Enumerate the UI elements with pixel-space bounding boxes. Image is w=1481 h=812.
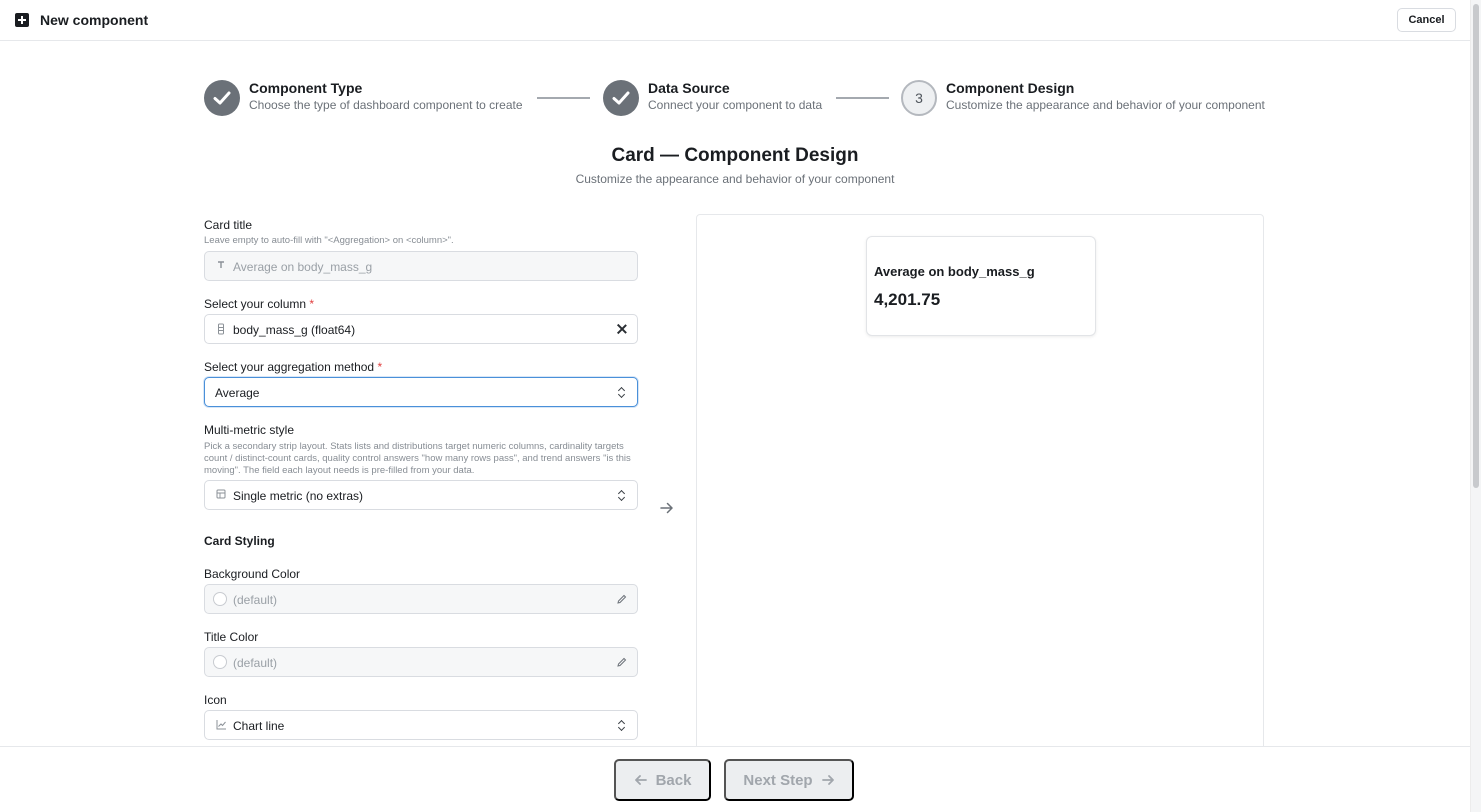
arrow-right-icon xyxy=(821,775,834,785)
top-bar: New component Cancel xyxy=(0,0,1470,41)
clear-icon[interactable] xyxy=(617,324,627,334)
title-color-label: Title Color xyxy=(204,630,259,644)
back-button[interactable]: Back xyxy=(614,759,711,801)
step-number: 3 xyxy=(901,80,937,116)
title-color-input[interactable]: (default) xyxy=(204,647,638,677)
multi-metric-value: Single metric (no extras) xyxy=(233,489,364,503)
preview-panel: Average on body_mass_g 4,201.75 xyxy=(696,214,1264,774)
title-color-placeholder: (default) xyxy=(233,656,278,670)
aggregation-value: Average xyxy=(215,386,260,400)
color-swatch[interactable] xyxy=(213,592,227,606)
back-label: Back xyxy=(655,771,692,789)
card-title-label: Card title xyxy=(204,218,253,232)
check-icon xyxy=(213,91,231,105)
card-title-help: Leave empty to auto-fill with "<Aggregat… xyxy=(204,235,454,246)
step-component-type: Component Type Choose the type of dashbo… xyxy=(204,80,534,116)
step-title: Data Source xyxy=(648,80,730,96)
step-title: Component Design xyxy=(946,80,1075,96)
required-mark: * xyxy=(309,297,315,311)
icon-select[interactable]: Chart line xyxy=(204,710,638,740)
background-color-input[interactable]: (default) xyxy=(204,584,638,614)
footer-bar: Back Next Step xyxy=(0,746,1470,812)
multi-metric-label: Multi-metric style xyxy=(204,423,295,437)
background-color-placeholder: (default) xyxy=(233,593,278,607)
arrow-left-icon xyxy=(634,775,647,785)
scrollbar-thumb[interactable] xyxy=(1473,4,1479,488)
arrow-right-icon xyxy=(660,502,673,514)
text-type-icon xyxy=(215,260,227,272)
step-description: Choose the type of dashboard component t… xyxy=(249,98,523,112)
color-swatch[interactable] xyxy=(213,655,227,669)
layout-icon xyxy=(215,489,227,501)
card-styling-title: Card Styling xyxy=(204,534,275,548)
step-done-check xyxy=(204,80,240,116)
column-label: Select your column * xyxy=(204,297,314,311)
eyedropper-icon[interactable] xyxy=(616,656,628,668)
section-subheading: Customize the appearance and behavior of… xyxy=(575,172,895,186)
card-title-placeholder: Average on body_mass_g xyxy=(233,260,373,274)
required-mark: * xyxy=(377,360,383,374)
aggregation-label: Select your aggregation method * xyxy=(204,360,382,374)
next-step-label: Next Step xyxy=(743,771,813,789)
aggregation-select[interactable]: Average xyxy=(204,377,638,407)
multi-metric-select[interactable]: Single metric (no extras) xyxy=(204,480,638,510)
eyedropper-icon[interactable] xyxy=(616,593,628,605)
step-component-design: 3 Component Design Customize the appeara… xyxy=(901,80,1269,116)
step-description: Connect your component to data xyxy=(648,98,823,112)
chevron-up-down-icon xyxy=(616,719,628,733)
cancel-button[interactable]: Cancel xyxy=(1397,8,1456,32)
chevron-up-down-icon xyxy=(616,386,628,400)
column-label-text: Select your column xyxy=(204,297,307,311)
aggregation-label-text: Select your aggregation method xyxy=(204,360,375,374)
step-title: Component Type xyxy=(249,80,363,96)
step-data-source: Data Source Connect your component to da… xyxy=(603,80,828,116)
chevron-up-down-icon xyxy=(616,489,628,503)
preview-card: Average on body_mass_g 4,201.75 xyxy=(866,236,1096,336)
plus-square-icon xyxy=(15,13,29,27)
icon-value: Chart line xyxy=(233,719,285,733)
next-step-button[interactable]: Next Step xyxy=(724,759,854,801)
step-connector xyxy=(537,97,590,99)
section-heading: Card — Component Design xyxy=(611,145,859,166)
column-value: body_mass_g (float64) xyxy=(233,323,356,337)
step-connector xyxy=(836,97,889,99)
page-title: New component xyxy=(40,12,149,28)
step-done-check xyxy=(603,80,639,116)
icon-label: Icon xyxy=(204,693,227,707)
column-icon xyxy=(215,323,227,335)
chart-line-icon xyxy=(215,719,227,731)
step-description: Customize the appearance and behavior of… xyxy=(946,98,1265,112)
column-select[interactable]: body_mass_g (float64) xyxy=(204,314,638,344)
background-color-label: Background Color xyxy=(204,567,301,581)
check-icon xyxy=(612,91,630,105)
multi-metric-help: Pick a secondary strip layout. Stats lis… xyxy=(204,441,631,476)
scrollbar[interactable] xyxy=(1470,0,1481,812)
card-title-input[interactable]: Average on body_mass_g xyxy=(204,251,638,281)
preview-card-title: Average on body_mass_g xyxy=(874,264,1035,279)
preview-card-value: 4,201.75 xyxy=(874,290,941,309)
